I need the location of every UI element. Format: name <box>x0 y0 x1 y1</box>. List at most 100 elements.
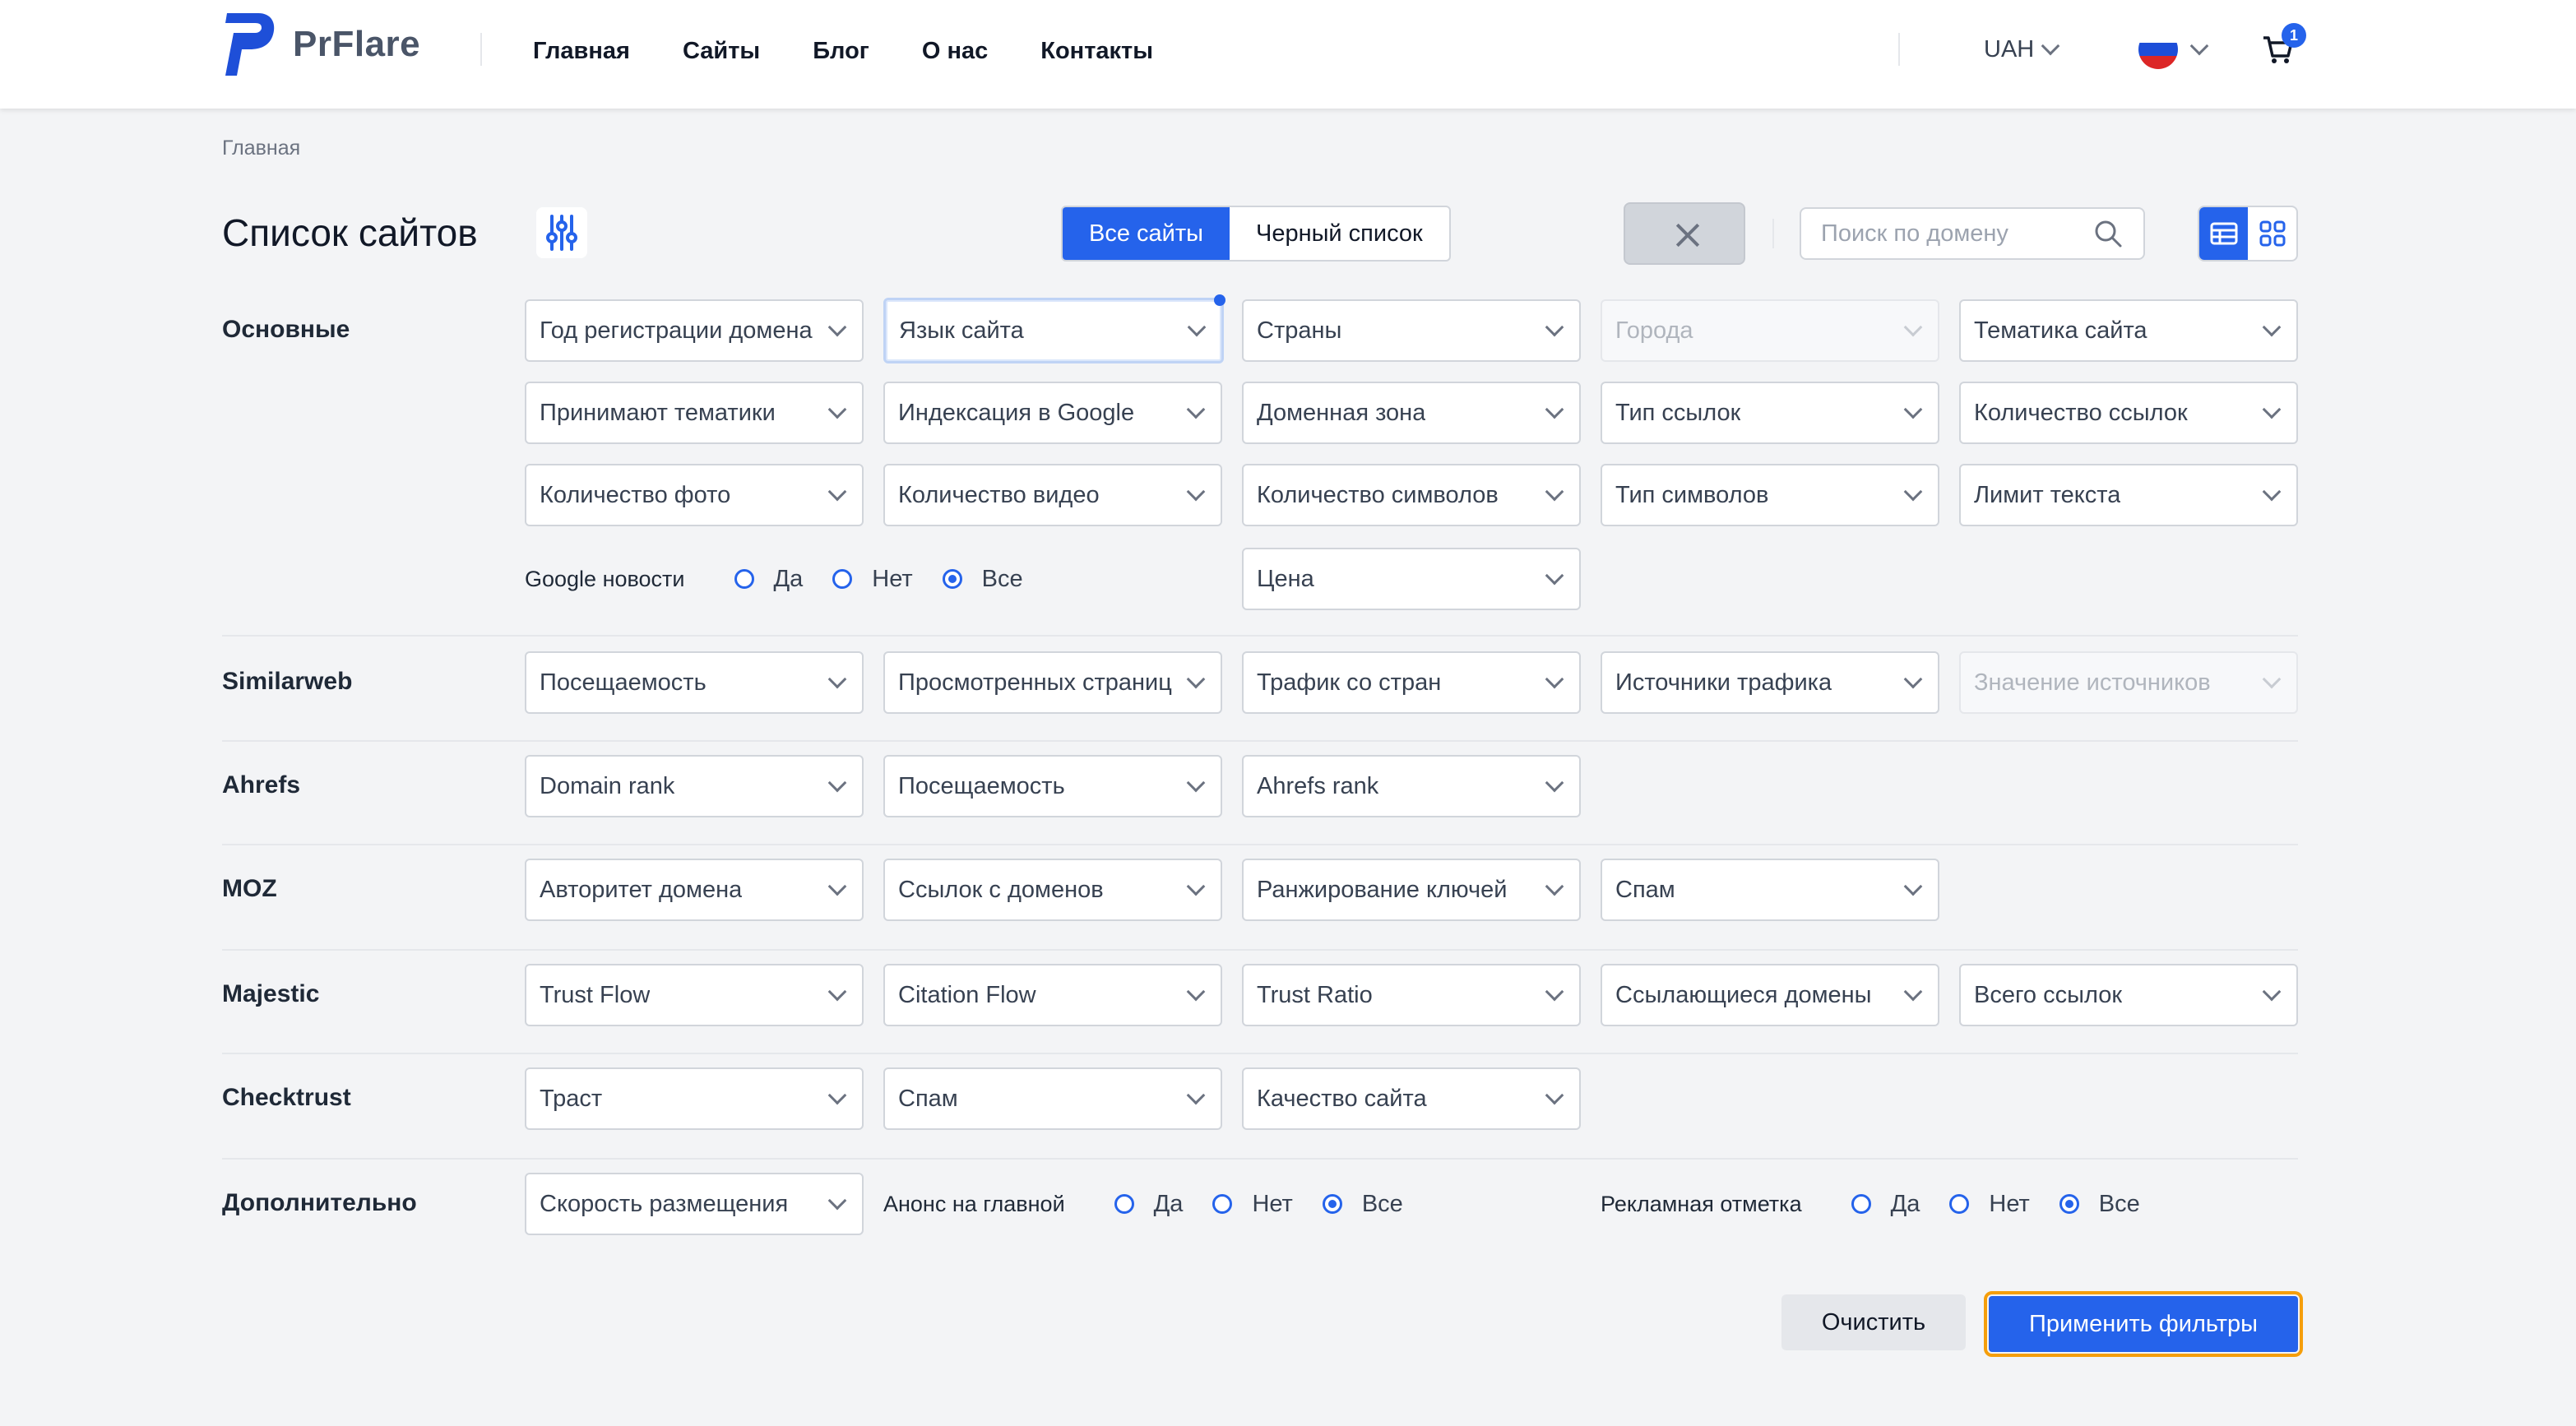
logo[interactable]: PrFlare <box>222 10 420 79</box>
google-news-yes[interactable]: Да <box>734 566 803 593</box>
filter-moz-domain-authority[interactable]: Авторитет домена <box>525 859 864 921</box>
tab-blacklist[interactable]: Черный список <box>1230 207 1449 260</box>
chevron-down-icon <box>2189 36 2209 56</box>
nav-contacts[interactable]: Контакты <box>1040 33 1153 69</box>
section-divider <box>222 949 2298 951</box>
grid-view-button[interactable] <box>2248 207 2296 260</box>
filter-sw-traffic-countries[interactable]: Трафик со стран <box>1242 651 1581 714</box>
toolbar-divider <box>1772 219 1774 248</box>
chevron-down-icon <box>1903 482 1923 502</box>
nav-sites[interactable]: Сайты <box>683 33 760 69</box>
radio-icon <box>1949 1194 1970 1214</box>
filter-domain-zone[interactable]: Доменная зона <box>1242 382 1581 444</box>
filter-ahrefs-domain-rank[interactable]: Domain rank <box>525 755 864 817</box>
filter-countries[interactable]: Страны <box>1242 299 1581 362</box>
filter-video-count[interactable]: Количество видео <box>883 464 1222 526</box>
chevron-down-icon <box>1903 669 1923 689</box>
filter-text-limit[interactable]: Лимит текста <box>1959 464 2298 526</box>
chevron-down-icon <box>827 1191 847 1211</box>
filter-price[interactable]: Цена <box>1242 548 1581 610</box>
announce-radio-group: Анонс на главной Да Нет Все <box>883 1186 1433 1222</box>
filter-moz-spam[interactable]: Спам <box>1601 859 1939 921</box>
announce-no[interactable]: Нет <box>1212 1191 1293 1218</box>
filter-ahrefs-rank[interactable]: Ahrefs rank <box>1242 755 1581 817</box>
site-list-tabs: Все сайты Черный список <box>1061 206 1451 262</box>
filter-referring-domains[interactable]: Ссылающиеся домены <box>1601 964 1939 1026</box>
chevron-down-icon <box>1545 400 1564 419</box>
filter-site-quality[interactable]: Качество сайта <box>1242 1067 1581 1130</box>
google-news-no[interactable]: Нет <box>832 566 913 593</box>
cart-count-badge: 1 <box>2282 23 2306 48</box>
filter-ahrefs-visits[interactable]: Посещаемость <box>883 755 1222 817</box>
apply-filters-button[interactable]: Применить фильтры <box>1984 1291 2303 1357</box>
currency-select[interactable]: UAH <box>1984 31 2060 67</box>
chevron-down-icon <box>1903 400 1923 419</box>
section-divider <box>222 1053 2298 1054</box>
filter-trust-flow[interactable]: Trust Flow <box>525 964 864 1026</box>
chevron-down-icon <box>1186 400 1206 419</box>
nav-home[interactable]: Главная <box>533 33 630 69</box>
filter-citation-flow[interactable]: Citation Flow <box>883 964 1222 1026</box>
announce-all[interactable]: Все <box>1322 1191 1403 1218</box>
filter-sw-visits[interactable]: Посещаемость <box>525 651 864 714</box>
search-icon[interactable] <box>2092 218 2124 249</box>
active-filter-dot <box>1214 294 1225 306</box>
filter-sw-source-value[interactable]: Значение источников <box>1959 651 2298 714</box>
chevron-down-icon <box>1903 317 1923 337</box>
nav-about[interactable]: О нас <box>922 33 988 69</box>
nav-blog[interactable]: Блог <box>813 33 869 69</box>
announce-yes[interactable]: Да <box>1114 1191 1183 1218</box>
ad-mark-no[interactable]: Нет <box>1949 1191 2030 1218</box>
radio-checked-icon <box>1322 1194 1342 1214</box>
chevron-down-icon <box>827 400 847 419</box>
filter-character-type[interactable]: Тип символов <box>1601 464 1939 526</box>
filter-sw-pages-viewed[interactable]: Просмотренных страниц <box>883 651 1222 714</box>
breadcrumb[interactable]: Главная <box>222 137 300 160</box>
filter-google-indexing[interactable]: Индексация в Google <box>883 382 1222 444</box>
filter-checktrust-spam[interactable]: Спам <box>883 1067 1222 1130</box>
filter-total-links[interactable]: Всего ссылок <box>1959 964 2298 1026</box>
section-label-ahrefs: Ahrefs <box>222 771 301 799</box>
ad-mark-yes[interactable]: Да <box>1851 1191 1920 1218</box>
radio-icon <box>1212 1194 1233 1214</box>
chevron-down-icon <box>1186 482 1206 502</box>
tab-all-sites[interactable]: Все сайты <box>1063 207 1230 260</box>
chevron-down-icon <box>1545 877 1564 896</box>
google-news-all[interactable]: Все <box>942 566 1023 593</box>
filter-moz-linking-domains[interactable]: Ссылок с доменов <box>883 859 1222 921</box>
filter-link-type[interactable]: Тип ссылок <box>1601 382 1939 444</box>
currency-value: UAH <box>1984 36 2035 63</box>
chevron-down-icon <box>1186 773 1206 793</box>
section-label-basic: Основные <box>222 316 350 343</box>
chevron-down-icon <box>1545 317 1564 337</box>
filter-trust-ratio[interactable]: Trust Ratio <box>1242 964 1581 1026</box>
filter-settings-button[interactable] <box>536 207 587 258</box>
filter-placement-speed[interactable]: Скорость размещения <box>525 1173 864 1235</box>
filter-site-topic[interactable]: Тематика сайта <box>1959 299 2298 362</box>
filter-domain-registration-year[interactable]: Год регистрации домена <box>525 299 864 362</box>
header-divider <box>480 33 482 66</box>
filter-site-language[interactable]: Язык сайта <box>883 298 1224 363</box>
filter-moz-keyword-ranking[interactable]: Ранжирование ключей <box>1242 859 1581 921</box>
section-label-extra: Дополнительно <box>222 1189 417 1216</box>
chevron-down-icon <box>1186 1086 1206 1105</box>
language-select[interactable] <box>2138 30 2209 69</box>
filter-cities[interactable]: Города <box>1601 299 1939 362</box>
chevron-down-icon <box>1545 566 1564 586</box>
filter-character-count[interactable]: Количество символов <box>1242 464 1581 526</box>
reset-close-button[interactable] <box>1624 202 1745 265</box>
filter-sw-traffic-sources[interactable]: Источники трафика <box>1601 651 1939 714</box>
chevron-down-icon <box>827 669 847 689</box>
clear-filters-button[interactable]: Очистить <box>1781 1294 1966 1350</box>
filter-accepted-topics[interactable]: Принимают тематики <box>525 382 864 444</box>
table-view-button[interactable] <box>2199 207 2248 260</box>
filter-checktrust-trust[interactable]: Траст <box>525 1067 864 1130</box>
filter-link-count[interactable]: Количество ссылок <box>1959 382 2298 444</box>
chevron-down-icon <box>827 982 847 1002</box>
cart-button[interactable]: 1 <box>2262 23 2306 69</box>
announce-label: Анонс на главной <box>883 1191 1065 1216</box>
ad-mark-all[interactable]: Все <box>2059 1191 2140 1218</box>
search-input[interactable] <box>1821 220 2084 248</box>
filter-photo-count[interactable]: Количество фото <box>525 464 864 526</box>
chevron-down-icon <box>2262 400 2282 419</box>
